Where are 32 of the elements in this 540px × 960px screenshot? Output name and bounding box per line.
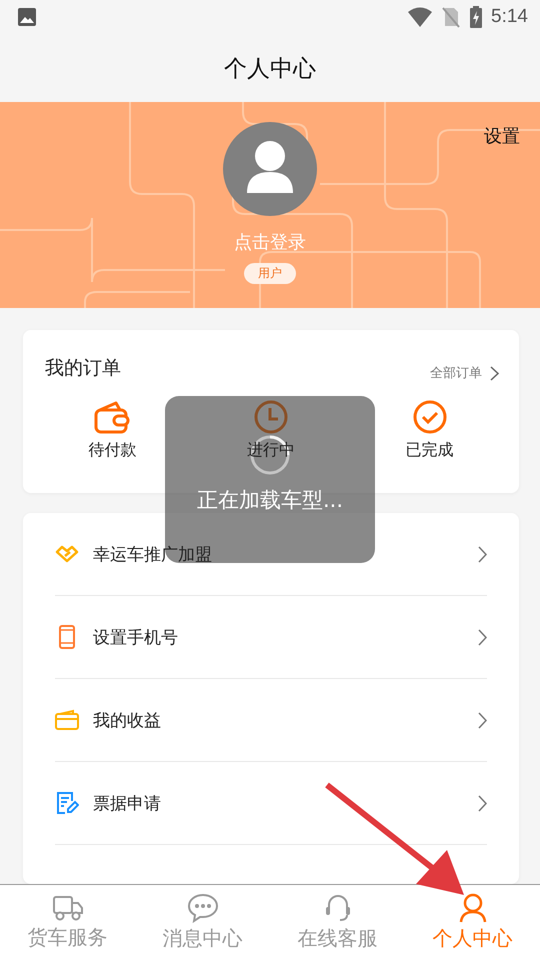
clock-icon xyxy=(254,400,288,434)
menu-item[interactable]: 设置手机号 xyxy=(55,596,487,679)
settings-link[interactable]: 设置 xyxy=(484,124,520,148)
battery-icon xyxy=(469,6,484,28)
page-title: 个人中心 xyxy=(224,54,316,84)
chevron-icon xyxy=(478,712,487,728)
chevron-icon xyxy=(478,628,487,646)
document-edit-icon xyxy=(55,791,79,815)
avatar-icon[interactable] xyxy=(223,122,317,216)
role-badge: 用户 xyxy=(244,263,296,284)
loading-spinner-icon xyxy=(248,433,292,477)
wifi-icon xyxy=(407,6,434,28)
no-sim-icon xyxy=(441,6,462,28)
card-icon xyxy=(55,709,79,731)
truck-icon xyxy=(52,894,84,922)
clock-time: 5:14 xyxy=(491,6,528,28)
chevron-icon xyxy=(478,546,487,562)
chevron-icon xyxy=(490,366,499,380)
order-status-item[interactable]: 待付款 xyxy=(62,400,162,461)
order-status-item[interactable]: 已完成 xyxy=(380,400,480,461)
loading-message: 正在加载车型... xyxy=(196,489,344,512)
person-icon xyxy=(458,893,488,923)
chevron-icon xyxy=(478,794,487,812)
handshake-icon xyxy=(55,544,79,564)
wallet-icon xyxy=(94,400,130,434)
menu-item[interactable]: 我的收益 xyxy=(55,679,487,762)
chat-bubble-icon xyxy=(186,893,218,923)
orders-title: 我的订单 xyxy=(45,356,121,381)
all-orders-link[interactable]: 全部订单 xyxy=(430,364,499,382)
menu-item[interactable]: 票据申请 xyxy=(55,762,487,845)
image-icon xyxy=(17,7,37,27)
check-circle-icon xyxy=(412,400,447,434)
